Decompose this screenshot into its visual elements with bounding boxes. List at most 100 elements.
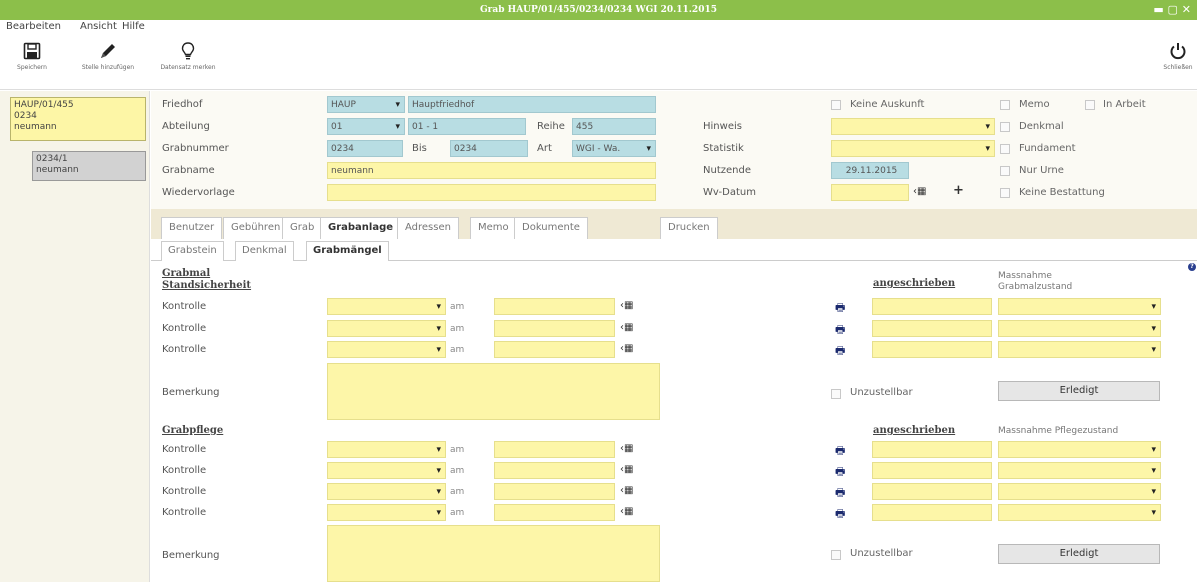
statistik-select[interactable]	[831, 140, 995, 157]
unzustellbar-checkbox[interactable]	[831, 550, 841, 560]
angeschrieben-field[interactable]	[872, 341, 992, 358]
friedhof-select[interactable]: HAUP	[327, 96, 405, 113]
kontrolle-select[interactable]	[327, 441, 446, 458]
menu-hilfe[interactable]: Hilfe	[122, 21, 145, 32]
calendar-icon[interactable]: ‹▦	[620, 343, 633, 354]
kontrolle-date-field[interactable]	[494, 341, 615, 358]
unzustellbar-label: Unzustellbar	[850, 387, 913, 398]
tree-item-grave[interactable]: HAUP/01/455 0234 neumann	[10, 97, 146, 141]
kontrolle-select[interactable]	[327, 483, 446, 500]
kontrolle-date-field[interactable]	[494, 483, 615, 500]
tab-dokumente[interactable]: Dokumente	[514, 217, 588, 239]
print-icon[interactable]: 🖶	[835, 342, 845, 361]
record-tree: HAUP/01/455 0234 neumann 0234/1 neumann	[0, 91, 150, 582]
kontrolle-select[interactable]	[327, 504, 446, 521]
tab-grab[interactable]: Grab	[282, 217, 323, 239]
kontrolle-date-field[interactable]	[494, 504, 615, 521]
abteilung-name-field[interactable]: 01 - 1	[408, 118, 526, 135]
wiedervorlage-field[interactable]	[327, 184, 656, 201]
tab-drucken[interactable]: Drucken	[660, 217, 718, 239]
calendar-icon[interactable]: ‹▦	[620, 464, 633, 475]
grabnummer-field[interactable]: 0234	[327, 140, 403, 157]
kontrolle-select[interactable]	[327, 462, 446, 479]
hinweis-select[interactable]	[831, 118, 995, 135]
massnahme-select[interactable]	[998, 441, 1161, 458]
tab-benutzer[interactable]: Benutzer	[161, 217, 223, 239]
tab-denkmal[interactable]: Denkmal	[235, 241, 294, 261]
angeschrieben-field[interactable]	[872, 320, 992, 337]
erledigt-button[interactable]: Erledigt	[998, 381, 1160, 401]
bis-label: Bis	[412, 143, 427, 154]
angeschrieben-field[interactable]	[872, 298, 992, 315]
grabname-field[interactable]: neumann	[327, 162, 656, 179]
kontrolle-select[interactable]	[327, 320, 446, 337]
calendar-icon[interactable]: ‹▦	[620, 322, 633, 333]
window-controls[interactable]: ▬ ▢ ✕	[1153, 0, 1191, 20]
friedhof-name-field[interactable]: Hauptfriedhof	[408, 96, 656, 113]
massnahme-select[interactable]	[998, 462, 1161, 479]
memo-checkbox[interactable]	[1000, 100, 1010, 110]
keine-auskunft-checkbox[interactable]	[831, 100, 841, 110]
tab-memo[interactable]: Memo	[470, 217, 517, 239]
massnahme-select[interactable]	[998, 341, 1161, 358]
kontrolle-date-field[interactable]	[494, 320, 615, 337]
grabnummer-label: Grabnummer	[162, 143, 229, 154]
angeschrieben-field[interactable]	[872, 441, 992, 458]
reihe-field[interactable]: 455	[572, 118, 656, 135]
fundament-checkbox[interactable]	[1000, 144, 1010, 154]
add-icon[interactable]: +	[953, 183, 964, 198]
memo-label: Memo	[1019, 99, 1050, 110]
abteilung-select[interactable]: 01	[327, 118, 405, 135]
grabname-label: Grabname	[162, 165, 215, 176]
tree-item-child[interactable]: 0234/1 neumann	[32, 151, 146, 181]
tab-grabstein[interactable]: Grabstein	[161, 241, 224, 261]
print-icon[interactable]: 🖶	[835, 463, 845, 482]
massnahme-select[interactable]	[998, 320, 1161, 337]
massnahme-select[interactable]	[998, 298, 1161, 315]
print-icon[interactable]: 🖶	[835, 484, 845, 503]
print-icon[interactable]: 🖶	[835, 505, 845, 524]
bemerkung-textarea[interactable]	[327, 363, 660, 420]
calendar-icon[interactable]: ‹▦	[620, 300, 633, 311]
unzustellbar-checkbox[interactable]	[831, 389, 841, 399]
angeschrieben-field[interactable]	[872, 483, 992, 500]
kontrolle-select[interactable]	[327, 298, 446, 315]
denkmal-checkbox[interactable]	[1000, 122, 1010, 132]
print-icon[interactable]: 🖶	[835, 299, 845, 318]
help-icon[interactable]: ?	[1188, 263, 1196, 271]
menu-bearbeiten[interactable]: Bearbeiten	[6, 21, 61, 32]
mark-record-button[interactable]: Datensatz merken	[156, 42, 220, 71]
calendar-icon[interactable]: ‹▦	[620, 506, 633, 517]
kontrolle-date-field[interactable]	[494, 462, 615, 479]
kontrolle-select[interactable]	[327, 341, 446, 358]
wvdatum-field[interactable]	[831, 184, 909, 201]
bis-field[interactable]: 0234	[450, 140, 528, 157]
print-icon[interactable]: 🖶	[835, 321, 845, 340]
nutzende-field[interactable]: 29.11.2015	[831, 162, 909, 179]
kontrolle-date-field[interactable]	[494, 441, 615, 458]
close-button[interactable]: Schließen	[1160, 42, 1196, 71]
print-icon[interactable]: 🖶	[835, 442, 845, 461]
calendar-icon[interactable]: ‹▦	[620, 485, 633, 496]
tab-gebuehren[interactable]: Gebühren	[223, 217, 289, 239]
menu-ansicht[interactable]: Ansicht	[80, 21, 117, 32]
art-select[interactable]: WGI - Wa.	[572, 140, 656, 157]
statistik-label: Statistik	[703, 143, 744, 154]
tab-adressen[interactable]: Adressen	[397, 217, 459, 239]
massnahme-select[interactable]	[998, 483, 1161, 500]
nur-urne-checkbox[interactable]	[1000, 166, 1010, 176]
tab-grabanlage[interactable]: Grabanlage	[320, 217, 402, 240]
keine-bestattung-checkbox[interactable]	[1000, 188, 1010, 198]
save-button[interactable]: Speichern	[8, 42, 56, 71]
in-arbeit-checkbox[interactable]	[1085, 100, 1095, 110]
angeschrieben-field[interactable]	[872, 462, 992, 479]
calendar-icon[interactable]: ‹▦	[913, 186, 926, 197]
kontrolle-date-field[interactable]	[494, 298, 615, 315]
tab-grabmaengel[interactable]: Grabmängel	[306, 241, 389, 261]
add-place-button[interactable]: Stelle hinzufügen	[66, 42, 150, 71]
bemerkung-textarea[interactable]	[327, 525, 660, 582]
massnahme-select[interactable]	[998, 504, 1161, 521]
angeschrieben-field[interactable]	[872, 504, 992, 521]
erledigt-button[interactable]: Erledigt	[998, 544, 1160, 564]
calendar-icon[interactable]: ‹▦	[620, 443, 633, 454]
